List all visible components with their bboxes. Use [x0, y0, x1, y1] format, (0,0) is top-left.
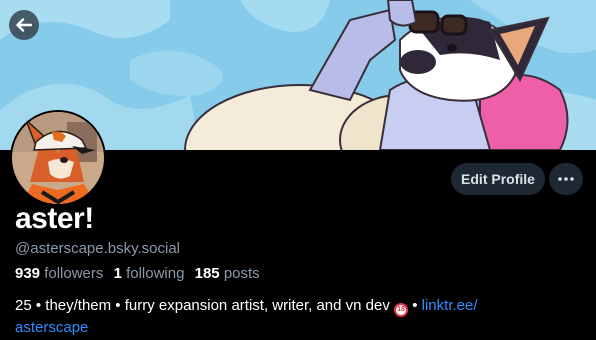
bio-separator: •: [412, 297, 418, 314]
bio-text: 25 • they/them • furry expansion artist,…: [15, 297, 390, 314]
bio-link-line1: linktr.ee/: [421, 297, 478, 314]
profile-bio: 25 • they/them • furry expansion artist,…: [15, 295, 585, 338]
posts-count: 185: [194, 265, 220, 282]
following-stat[interactable]: 1 following: [114, 265, 185, 282]
followers-count: 939: [15, 265, 41, 282]
bio-link-line2: asterscape: [15, 319, 89, 336]
posts-label: posts: [223, 265, 260, 282]
followers-stat[interactable]: 939 followers: [15, 265, 103, 282]
profile-stats: 939 followers 1 following 185 posts: [15, 265, 266, 282]
display-name: aster!: [15, 202, 94, 235]
ellipsis-icon: [558, 177, 574, 181]
back-button[interactable]: [9, 10, 39, 40]
more-options-button[interactable]: [549, 163, 583, 195]
avatar[interactable]: [10, 110, 106, 206]
following-count: 1: [113, 265, 122, 282]
age-restricted-icon: 18: [394, 303, 409, 317]
arrow-left-icon: [16, 18, 33, 32]
following-label: following: [126, 265, 185, 282]
avatar-image: [12, 112, 104, 204]
edit-profile-button[interactable]: Edit Profile: [451, 163, 545, 195]
posts-stat: 185 posts: [195, 265, 260, 282]
profile-handle: @asterscape.bsky.social: [15, 240, 181, 257]
followers-label: followers: [44, 265, 104, 282]
